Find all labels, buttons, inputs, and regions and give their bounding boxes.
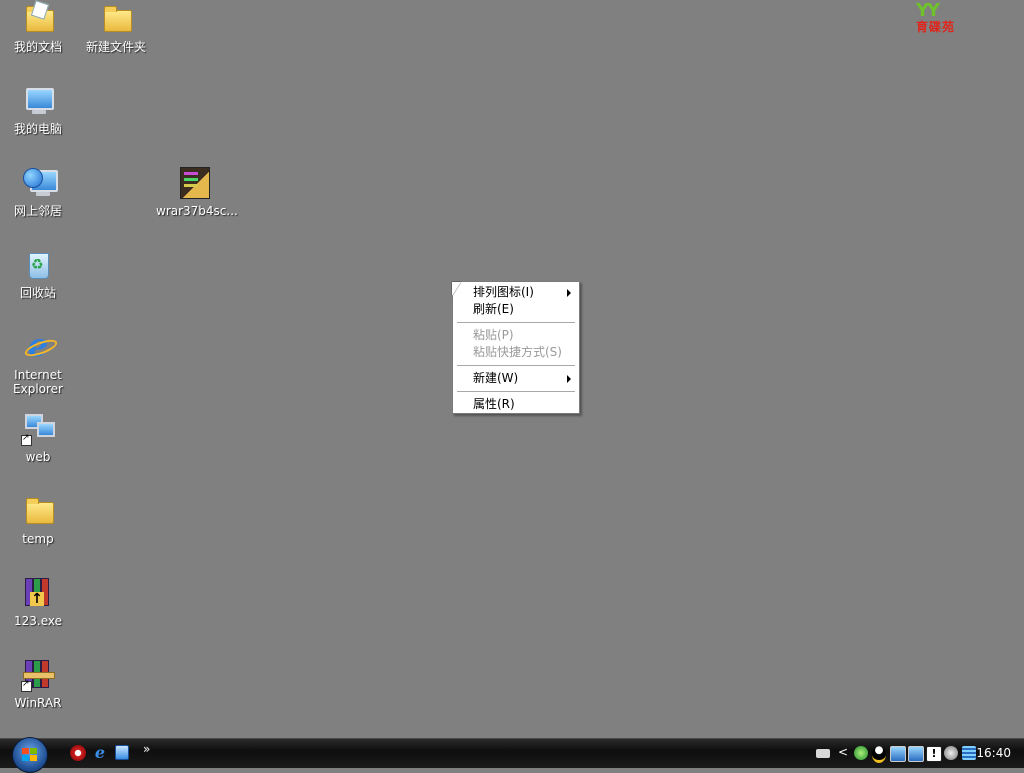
taskbar: e » < ! 16:40 — [0, 737, 1024, 773]
icon-label: 回收站 — [19, 286, 56, 300]
submenu-arrow-icon — [567, 289, 571, 297]
menu-item-new[interactable]: 新建(W) — [455, 370, 577, 387]
show-desktop-icon[interactable] — [115, 745, 129, 760]
desktop-icon-winrar[interactable]: WinRAR — [0, 658, 76, 710]
icon-label: web — [25, 450, 51, 464]
media-player-icon[interactable] — [70, 745, 86, 761]
desktop-icon-network-places[interactable]: 网上邻居 — [0, 166, 76, 218]
icon-label: 123.exe — [13, 614, 62, 628]
icon-label: temp — [22, 532, 54, 546]
menu-separator — [457, 391, 575, 392]
submenu-arrow-icon — [567, 375, 571, 383]
desktop-icon-new-folder[interactable]: 新建文件夹 — [78, 2, 154, 54]
windows-logo-icon — [22, 748, 38, 762]
icon-label: WinRAR — [14, 696, 62, 710]
icon-label: 新建文件夹 — [85, 40, 146, 54]
icon-label: 网上邻居 — [13, 204, 62, 218]
network-computers-icon — [21, 412, 55, 446]
quicklaunch-more-button[interactable]: » — [143, 742, 150, 756]
menu-separator — [457, 322, 575, 323]
recycle-bin-icon — [21, 248, 55, 282]
icon-label: 我的电脑 — [13, 122, 62, 136]
menu-item-label: 粘贴(P) — [473, 328, 514, 342]
desktop-icon-recycle-bin[interactable]: 回收站 — [0, 248, 76, 300]
menu-item-label: 属性(R) — [473, 397, 515, 411]
desktop[interactable]: 我的文档 新建文件夹 我的电脑 网上邻居 wrar37b4sc... 回收站 e… — [0, 0, 1024, 738]
shortcut-arrow-icon — [21, 433, 32, 446]
menu-item-properties[interactable]: 属性(R) — [455, 396, 577, 413]
qq-penguin-icon[interactable] — [872, 746, 886, 763]
keyboard-icon[interactable] — [816, 749, 830, 758]
desktop-icon-web[interactable]: web — [0, 412, 76, 464]
desktop-icon-my-computer[interactable]: 我的电脑 — [0, 84, 76, 136]
desktop-context-menu: 排列图标(I) 刷新(E) 粘贴(P) 粘贴快捷方式(S) 新建(W) 属性(R… — [452, 281, 580, 414]
desktop-icon-my-documents[interactable]: 我的文档 — [0, 0, 76, 54]
brand-logo: YY 育碟苑 — [914, 0, 978, 34]
clock[interactable]: 16:40 — [976, 746, 1011, 760]
network-globe-icon — [21, 166, 58, 200]
desktop-icon-winrar-archive[interactable]: wrar37b4sc... — [156, 166, 238, 218]
menu-item-arrange-icons[interactable]: 排列图标(I) — [455, 284, 577, 301]
menu-item-label: 粘贴快捷方式(S) — [473, 345, 562, 359]
installer-icon: ↑ — [21, 576, 55, 610]
security-tool-icon[interactable] — [944, 746, 958, 760]
menu-item-label: 排列图标(I) — [473, 285, 534, 299]
menu-item-label: 新建(W) — [473, 371, 519, 385]
desktop-icon-internet-explorer[interactable]: e Internet Explorer — [0, 329, 76, 396]
green-circle-icon[interactable] — [854, 746, 868, 760]
icon-label: wrar37b4sc... — [156, 204, 238, 218]
folder-icon — [21, 494, 55, 528]
internet-explorer-icon: e — [21, 329, 55, 364]
computer-icon — [21, 84, 55, 118]
shortcut-arrow-icon — [21, 679, 32, 692]
menu-item-label: 刷新(E) — [473, 302, 514, 316]
menu-item-paste-shortcut: 粘贴快捷方式(S) — [455, 344, 577, 361]
network-connection-2-icon[interactable] — [908, 746, 924, 762]
archive-icon — [177, 166, 211, 200]
firewall-icon[interactable] — [962, 746, 976, 760]
desktop-icon-123-exe[interactable]: ↑ 123.exe — [0, 576, 76, 628]
menu-separator — [457, 365, 575, 366]
desktop-icon-temp[interactable]: temp — [0, 494, 76, 546]
icon-label: Internet Explorer — [13, 368, 63, 396]
logo-title: 育碟苑 — [916, 20, 956, 34]
system-tray: < ! 16:40 — [812, 739, 1024, 769]
menu-item-refresh[interactable]: 刷新(E) — [455, 301, 577, 318]
network-connection-icon[interactable] — [890, 746, 906, 762]
warning-icon[interactable]: ! — [926, 746, 942, 762]
mouse-cursor-icon — [452, 282, 461, 296]
tray-expand-button[interactable]: < — [838, 745, 848, 759]
folder-icon — [99, 2, 133, 36]
icon-label: 我的文档 — [13, 40, 62, 54]
menu-item-paste: 粘贴(P) — [455, 327, 577, 344]
internet-explorer-quicklaunch-icon[interactable]: e — [92, 745, 108, 761]
winrar-icon — [21, 658, 55, 692]
documents-folder-icon — [21, 0, 55, 36]
